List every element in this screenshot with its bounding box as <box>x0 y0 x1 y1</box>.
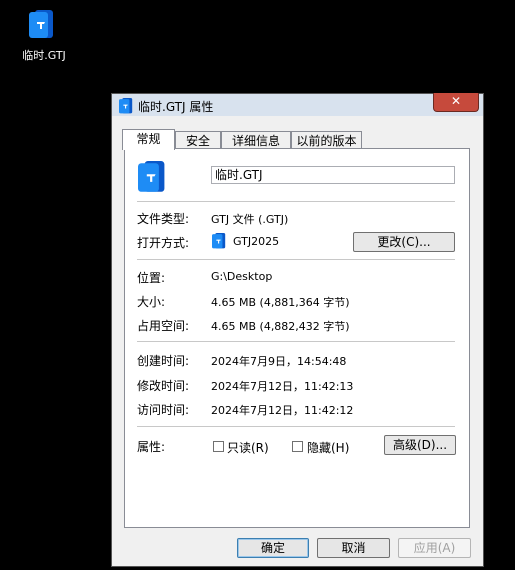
properties-dialog: 临时.GTJ 属性 ✕ 常规 安全 详细信息 以前的版本 临时.GTJ 文件类型… <box>111 93 484 567</box>
disk-size-label: 占用空间: <box>137 319 190 333</box>
change-button[interactable]: 更改(C)... <box>353 232 455 252</box>
disk-size-value: 4.65 MB (4,882,432 字节) <box>211 320 350 333</box>
gtj-app-icon <box>212 233 226 249</box>
created-label: 创建时间: <box>137 354 190 368</box>
gtj-file-icon <box>138 161 165 192</box>
divider <box>137 201 455 202</box>
modified-label: 修改时间: <box>137 379 190 393</box>
desktop-icon-label: 临时.GTJ <box>22 49 66 62</box>
hidden-checkbox[interactable] <box>292 441 303 452</box>
divider <box>137 259 455 260</box>
accessed-value: 2024年7月12日，11:42:12 <box>211 404 354 417</box>
tab-previous-versions[interactable]: 以前的版本 <box>291 131 362 149</box>
hidden-label[interactable]: 隐藏(H) <box>307 439 349 456</box>
file-type-value: GTJ 文件 (.GTJ) <box>211 213 289 226</box>
location-label: 位置: <box>137 271 166 285</box>
readonly-label[interactable]: 只读(R) <box>227 439 269 456</box>
desktop-file-icon[interactable]: 临时.GTJ <box>18 10 70 66</box>
size-value: 4.65 MB (4,881,364 字节) <box>211 296 350 309</box>
dialog-title: 临时.GTJ 属性 <box>138 100 214 114</box>
file-name-input[interactable]: 临时.GTJ <box>211 166 455 184</box>
open-with-label: 打开方式: <box>137 236 190 250</box>
close-button[interactable]: ✕ <box>433 93 479 112</box>
gtj-file-icon <box>29 10 53 38</box>
tab-general[interactable]: 常规 <box>122 129 175 150</box>
ok-button[interactable]: 确定 <box>237 538 309 558</box>
modified-value: 2024年7月12日，11:42:13 <box>211 380 354 393</box>
apply-button[interactable]: 应用(A) <box>398 538 471 558</box>
open-with-value: GTJ2025 <box>233 235 280 248</box>
file-type-label: 文件类型: <box>137 212 190 226</box>
gtj-file-icon <box>119 98 133 114</box>
tab-security[interactable]: 安全 <box>175 131 221 149</box>
divider <box>137 341 455 342</box>
general-panel: 临时.GTJ 文件类型: GTJ 文件 (.GTJ) 打开方式: GTJ2025… <box>124 148 470 528</box>
attributes-label: 属性: <box>137 440 166 454</box>
advanced-button[interactable]: 高级(D)... <box>384 435 456 455</box>
size-label: 大小: <box>137 295 166 309</box>
tab-details[interactable]: 详细信息 <box>221 131 291 149</box>
created-value: 2024年7月9日，14:54:48 <box>211 355 347 368</box>
title-bar[interactable]: 临时.GTJ 属性 ✕ <box>112 93 483 116</box>
accessed-label: 访问时间: <box>137 403 190 417</box>
location-value: G:\Desktop <box>211 270 273 283</box>
readonly-checkbox[interactable] <box>213 441 224 452</box>
divider <box>137 426 455 427</box>
cancel-button[interactable]: 取消 <box>317 538 390 558</box>
